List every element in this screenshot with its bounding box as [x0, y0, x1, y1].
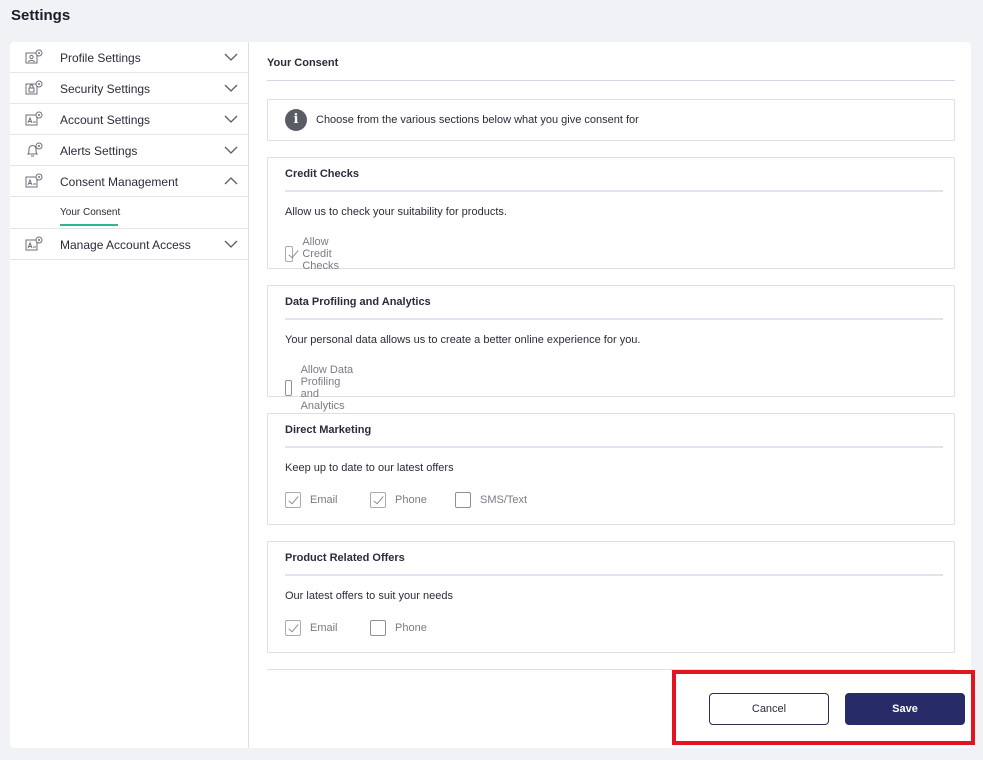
- active-indicator: [60, 224, 118, 226]
- checkbox-label: Allow Data Profiling and Analytics: [300, 364, 354, 412]
- allow-credit-checks-checkbox[interactable]: Allow Credit Checks: [285, 236, 347, 272]
- chevron-up-icon[interactable]: [224, 176, 238, 186]
- info-icon: i: [285, 109, 307, 131]
- page-title: Settings: [11, 7, 71, 24]
- bell-settings-icon: [26, 142, 43, 157]
- sidebar-item-label: Profile Settings: [60, 51, 141, 65]
- section-title: Data Profiling and Analytics: [285, 296, 431, 308]
- section-description: Your personal data allows us to create a…: [285, 334, 641, 346]
- divider: [285, 190, 943, 192]
- info-banner: i Choose from the various sections below…: [267, 99, 955, 141]
- sidebar-item-manage-account-access[interactable]: Manage Account Access: [10, 229, 248, 260]
- section-title: Credit Checks: [285, 168, 359, 180]
- consent-settings-icon: [25, 173, 43, 188]
- sidebar-item-label: Account Settings: [60, 113, 151, 127]
- checkbox-unchecked-icon[interactable]: [455, 492, 471, 508]
- sidebar-item-label: Alerts Settings: [60, 144, 138, 158]
- allow-data-profiling-checkbox[interactable]: Allow Data Profiling and Analytics: [285, 364, 354, 412]
- checkbox-unchecked-icon[interactable]: [370, 620, 386, 636]
- chevron-down-icon[interactable]: [224, 145, 238, 155]
- chevron-down-icon[interactable]: [224, 52, 238, 62]
- security-settings-icon: [25, 80, 43, 95]
- cancel-button[interactable]: Cancel: [709, 693, 829, 725]
- checkbox-checked-icon[interactable]: [285, 246, 294, 262]
- checkbox-label: Phone: [395, 494, 427, 506]
- divider: [267, 669, 955, 670]
- sidebar-item-consent-management[interactable]: Consent Management: [10, 166, 248, 197]
- checkbox-label: Allow Credit Checks: [302, 236, 339, 272]
- product-offers-phone-checkbox[interactable]: Phone: [370, 620, 427, 636]
- checkbox-checked-icon[interactable]: [285, 492, 301, 508]
- checkbox-label: Email: [310, 494, 338, 506]
- section-title: Product Related Offers: [285, 552, 405, 564]
- save-button[interactable]: Save: [845, 693, 965, 725]
- sidebar-item-label: Consent Management: [60, 175, 179, 189]
- sidebar-item-security-settings[interactable]: Security Settings: [10, 73, 248, 104]
- settings-sidebar: Profile Settings Security Settings Accou…: [10, 42, 249, 748]
- divider: [267, 80, 955, 81]
- sidebar-item-profile-settings[interactable]: Profile Settings: [10, 42, 248, 73]
- section-description: Allow us to check your suitability for p…: [285, 206, 507, 218]
- account-settings-icon: [25, 111, 43, 126]
- checkbox-label: Email: [310, 622, 338, 634]
- chevron-down-icon[interactable]: [224, 114, 238, 124]
- sidebar-item-label: Manage Account Access: [60, 238, 191, 252]
- direct-marketing-sms-checkbox[interactable]: SMS/Text: [455, 492, 527, 508]
- divider: [285, 446, 943, 448]
- section-description: Keep up to date to our latest offers: [285, 462, 454, 474]
- sidebar-subitem-your-consent: Your Consent: [10, 197, 248, 229]
- sidebar-subitem-label[interactable]: Your Consent: [60, 207, 120, 218]
- settings-card: Profile Settings Security Settings Accou…: [10, 42, 971, 748]
- checkbox-checked-icon[interactable]: [285, 620, 301, 636]
- chevron-down-icon[interactable]: [224, 83, 238, 93]
- checkbox-checked-icon[interactable]: [370, 492, 386, 508]
- section-credit-checks: Credit Checks Allow us to check your sui…: [267, 157, 955, 272]
- section-data-profiling: Data Profiling and Analytics Your person…: [267, 285, 955, 412]
- checkbox-label: Phone: [395, 622, 427, 634]
- divider: [285, 574, 943, 576]
- section-product-offers: Product Related Offers Our latest offers…: [267, 541, 955, 653]
- product-offers-email-checkbox[interactable]: Email: [285, 620, 338, 636]
- chevron-down-icon[interactable]: [224, 239, 238, 249]
- checkbox-unchecked-icon[interactable]: [285, 380, 292, 396]
- direct-marketing-phone-checkbox[interactable]: Phone: [370, 492, 427, 508]
- sidebar-item-account-settings[interactable]: Account Settings: [10, 104, 248, 135]
- section-direct-marketing: Direct Marketing Keep up to date to our …: [267, 413, 955, 525]
- checkbox-label: SMS/Text: [480, 494, 528, 506]
- section-title: Direct Marketing: [285, 424, 372, 436]
- direct-marketing-email-checkbox[interactable]: Email: [285, 492, 338, 508]
- info-text: Choose from the various sections below w…: [316, 114, 639, 126]
- sidebar-item-label: Security Settings: [60, 82, 151, 96]
- panel-title: Your Consent: [267, 57, 339, 69]
- section-description: Our latest offers to suit your needs: [285, 590, 453, 602]
- access-settings-icon: [25, 236, 43, 251]
- consent-panel: Your Consent i Choose from the various s…: [267, 42, 965, 748]
- sidebar-item-alerts-settings[interactable]: Alerts Settings: [10, 135, 248, 166]
- divider: [285, 318, 943, 320]
- profile-settings-icon: [25, 49, 43, 64]
